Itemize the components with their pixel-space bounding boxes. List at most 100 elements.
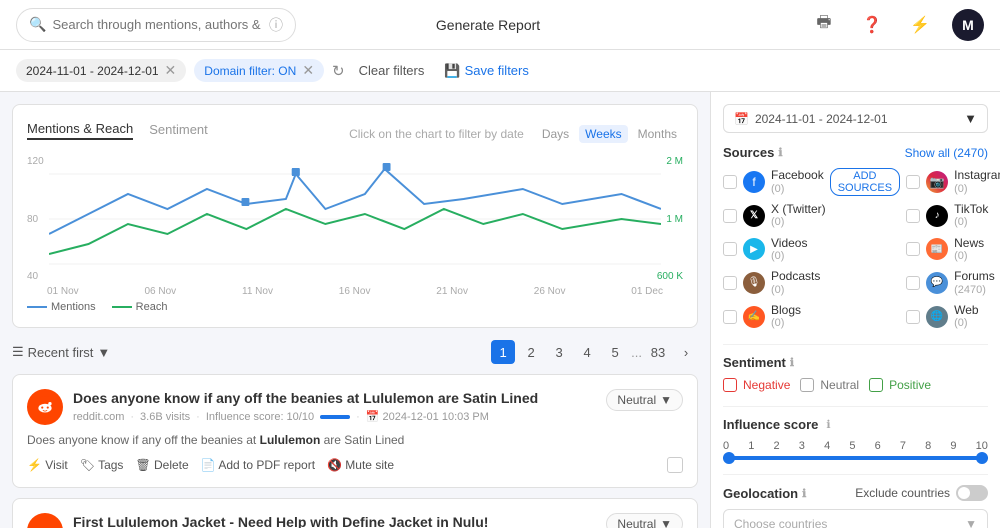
add-sources-button[interactable]: ADD SOURCES	[830, 168, 900, 196]
chart-hint: Click on the chart to filter by date	[349, 127, 524, 141]
post-1-sentiment-label: Neutral	[617, 393, 656, 407]
sort-chevron-icon: ▼	[97, 345, 110, 360]
geo-country-select[interactable]: Choose countries ▼	[723, 509, 988, 528]
time-weeks-button[interactable]: Weeks	[579, 125, 627, 143]
source-videos: ▶ Videos (0)	[723, 236, 900, 264]
source-tiktok: ♪ TikTok (0)	[906, 202, 1000, 230]
date-chip-label: 2024-11-01 - 2024-12-01	[26, 64, 159, 78]
search-box[interactable]: 🔍 ⓘ	[16, 8, 296, 42]
top-icons: 🖶 ❓ ⚡ M	[808, 9, 984, 41]
show-all-sources-button[interactable]: Show all (2470)	[905, 146, 988, 160]
time-months-button[interactable]: Months	[632, 125, 683, 143]
date-filter-chip[interactable]: 2024-11-01 - 2024-12-01 ✕	[16, 59, 186, 82]
scale-thumb-right[interactable]	[976, 452, 988, 464]
news-name: News (0)	[954, 236, 984, 264]
post-2-title-area: First Lululemon Jacket - Need Help with …	[73, 513, 596, 528]
scale-thumb-left[interactable]	[723, 452, 735, 464]
geo-toggle-knob	[958, 487, 970, 499]
page-4-button[interactable]: 4	[575, 340, 599, 364]
source-news-checkbox[interactable]	[906, 242, 920, 256]
post-1-checkbox[interactable]	[667, 457, 683, 473]
mentions-line-icon	[27, 306, 47, 308]
page-83-button[interactable]: 83	[646, 340, 670, 364]
date-selector[interactable]: 📅 2024-11-01 - 2024-12-01 ▼	[723, 104, 988, 133]
date-chip-close[interactable]: ✕	[165, 62, 177, 79]
clear-filters-button[interactable]: Clear filters	[353, 59, 431, 82]
source-web-checkbox[interactable]	[906, 310, 920, 324]
scale-labels: 012345678910	[723, 440, 988, 452]
info-icon: ⓘ	[269, 15, 283, 35]
save-filters-button[interactable]: 💾 Save filters	[438, 59, 535, 83]
source-tiktok-checkbox[interactable]	[906, 209, 920, 223]
domain-chip-close[interactable]: ✕	[302, 62, 314, 79]
generate-report-button[interactable]: Generate Report	[436, 17, 540, 33]
post-card-2: First Lululemon Jacket - Need Help with …	[12, 498, 698, 528]
geo-toggle[interactable]	[956, 485, 988, 501]
save-filters-label: Save filters	[465, 63, 529, 78]
post-2-sentiment-badge[interactable]: Neutral ▼	[606, 513, 683, 528]
sentiment-neutral-checkbox[interactable]	[800, 378, 814, 392]
tab-mentions-reach[interactable]: Mentions & Reach	[27, 119, 133, 140]
source-podcasts-checkbox[interactable]	[723, 276, 737, 290]
post-1-delete-action[interactable]: 🗑 Delete	[135, 458, 188, 472]
sentiment-positive-checkbox[interactable]	[869, 378, 883, 392]
source-blogs-checkbox[interactable]	[723, 310, 737, 324]
source-instagram-checkbox[interactable]	[906, 175, 920, 189]
source-videos-checkbox[interactable]	[723, 242, 737, 256]
sentiment-neutral-item[interactable]: Neutral	[800, 378, 859, 392]
monitor-icon-button[interactable]: 🖶	[808, 9, 840, 41]
post-1-meta: reddit.com · 3.6B visits · Influence sco…	[73, 410, 596, 423]
geo-chevron-icon: ▼	[965, 517, 977, 528]
tiktok-icon: ♪	[926, 205, 948, 227]
facebook-icon: f	[743, 171, 765, 193]
avatar[interactable]: M	[952, 9, 984, 41]
sources-section: Sources ℹ Show all (2470) f Facebook (0)…	[723, 145, 988, 330]
sentiment-negative-item[interactable]: Negative	[723, 378, 790, 392]
web-icon: 🌐	[926, 306, 948, 328]
influence-info-icon: ℹ	[826, 418, 830, 431]
search-input[interactable]	[52, 17, 263, 32]
sentiment-title: Sentiment ℹ	[723, 355, 794, 370]
blogs-icon: ✍	[743, 306, 765, 328]
post-1-tags-action[interactable]: 🏷 Tags	[80, 458, 124, 472]
sentiment-positive-label: Positive	[889, 378, 931, 392]
page-5-button[interactable]: 5	[603, 340, 627, 364]
help-icon-button[interactable]: ❓	[856, 9, 888, 41]
page-next-button[interactable]: ›	[674, 340, 698, 364]
post-1-sentiment-badge[interactable]: Neutral ▼	[606, 389, 683, 411]
chart-tabs: Mentions & Reach Sentiment	[27, 119, 224, 140]
sources-title: Sources ℹ	[723, 145, 783, 160]
domain-filter-chip[interactable]: Domain filter: ON ✕	[194, 59, 324, 82]
top-bar: 🔍 ⓘ Generate Report 🖶 ❓ ⚡ M	[0, 0, 1000, 50]
geo-exclude-label: Exclude countries	[855, 486, 950, 500]
twitter-name: X (Twitter) (0)	[771, 202, 826, 230]
sentiment-positive-item[interactable]: Positive	[869, 378, 931, 392]
post-1-mute-action[interactable]: 🔇 Mute site	[327, 458, 394, 472]
source-twitter-checkbox[interactable]	[723, 209, 737, 223]
facebook-name: Facebook (0)	[771, 168, 824, 196]
page-2-button[interactable]: 2	[519, 340, 543, 364]
plugin-icon-button[interactable]: ⚡	[904, 9, 936, 41]
page-1-button[interactable]: 1	[491, 340, 515, 364]
influence-section: Influence score ℹ 012345678910	[723, 417, 988, 460]
post-1-influence: Influence score: 10/10	[206, 411, 314, 423]
time-days-button[interactable]: Days	[536, 125, 575, 143]
refresh-icon[interactable]: ↻	[332, 62, 345, 80]
tab-sentiment[interactable]: Sentiment	[149, 120, 208, 139]
news-icon: 📰	[926, 238, 948, 260]
source-forums-checkbox[interactable]	[906, 276, 920, 290]
geo-exclude: Exclude countries	[855, 485, 988, 501]
pagination: 1 2 3 4 5 ... 83 ›	[491, 340, 698, 364]
geo-header: Geolocation ℹ Exclude countries	[723, 485, 988, 501]
scale-track[interactable]	[723, 456, 988, 460]
source-facebook-checkbox[interactable]	[723, 175, 737, 189]
date-selector-text: 📅 2024-11-01 - 2024-12-01	[734, 112, 888, 126]
post-1-sentiment-chevron: ▼	[660, 393, 672, 407]
web-name: Web (0)	[954, 303, 978, 331]
post-1-visit-action[interactable]: ⚡ Visit	[27, 458, 68, 472]
geo-placeholder: Choose countries	[734, 517, 827, 528]
sort-button[interactable]: ☰ Recent first ▼	[12, 344, 110, 360]
sentiment-negative-checkbox[interactable]	[723, 378, 737, 392]
page-3-button[interactable]: 3	[547, 340, 571, 364]
post-1-pdf-action[interactable]: 📄 Add to PDF report	[201, 458, 315, 472]
